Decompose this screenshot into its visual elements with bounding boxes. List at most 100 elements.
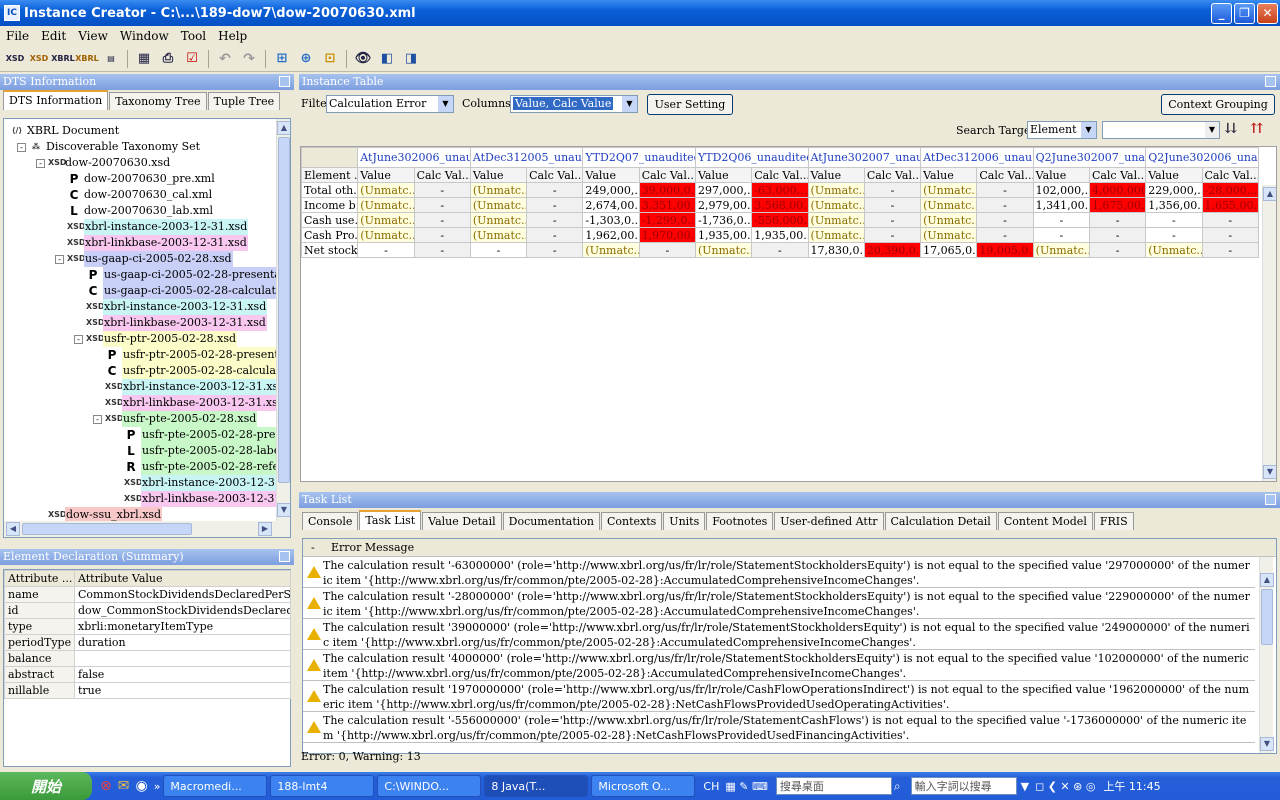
value-cell[interactable]: - bbox=[1032, 227, 1090, 243]
tab-console[interactable]: Console bbox=[302, 512, 359, 530]
instance-grid[interactable]: AtJune302006_unau...AtDec312005_unau...Y… bbox=[300, 146, 1277, 482]
scroll-up-icon[interactable]: ▲ bbox=[277, 121, 290, 135]
validate-icon[interactable]: ☑ bbox=[181, 49, 203, 69]
tab-taxonomy-tree[interactable]: Taxonomy Tree bbox=[109, 92, 207, 110]
tree-collapse-icon[interactable]: - bbox=[17, 143, 26, 152]
calc-value-column-header[interactable]: Calc Val... bbox=[413, 167, 471, 183]
calc-value-column-header[interactable]: Calc Val... bbox=[976, 167, 1034, 183]
task-row[interactable]: The calculation result '-28000000' (role… bbox=[303, 588, 1255, 619]
value-cell[interactable]: -1,736,0... bbox=[694, 212, 753, 228]
context-header[interactable]: AtDec312006_unau... bbox=[920, 147, 1034, 168]
maximize-panel-icon[interactable] bbox=[1265, 494, 1276, 505]
save-icon[interactable]: ▦ bbox=[133, 49, 155, 69]
menu-help[interactable]: Help bbox=[212, 29, 253, 43]
calc-value-cell[interactable]: -1,299,0... bbox=[638, 212, 696, 228]
scroll-down-icon[interactable]: ▼ bbox=[1263, 465, 1276, 479]
scroll-down-icon[interactable]: ▼ bbox=[277, 503, 290, 517]
context-header[interactable]: AtJune302007_unau... bbox=[807, 147, 922, 168]
tree-collapse-icon[interactable]: - bbox=[93, 415, 102, 424]
calc-value-cell[interactable]: - bbox=[526, 212, 584, 228]
tree-node[interactable]: Pdow-20070630_pre.xml bbox=[67, 171, 215, 187]
value-cell[interactable]: - bbox=[1032, 212, 1090, 228]
media-icon[interactable]: ◉ bbox=[135, 778, 147, 794]
tray-icons[interactable]: ◻ ❮ ✕ ⊛ ◎ bbox=[1035, 780, 1095, 793]
table-row[interactable]: Cash Pro...(Unmatc...-(Unmatc...-1,962,0… bbox=[301, 227, 1259, 243]
table-row[interactable]: Total oth... (Unmatc... - (Unmatc... -249,00… bbox=[301, 182, 1259, 198]
calc-value-column-header[interactable]: Calc Val... bbox=[1201, 167, 1259, 183]
calc-value-column-header[interactable]: Calc Val... bbox=[526, 167, 584, 183]
task-folder[interactable]: 188-lmt4 bbox=[270, 775, 375, 797]
window-left-icon[interactable]: ◧ bbox=[376, 49, 398, 69]
calc-value-cell[interactable]: 1,655,00... bbox=[1201, 197, 1259, 213]
value-cell[interactable]: -1,303,0... bbox=[582, 212, 640, 228]
chevron-down-icon[interactable]: ▼ bbox=[1081, 122, 1096, 138]
calc-value-cell[interactable]: - bbox=[413, 242, 471, 258]
tree-node[interactable]: XSD xbrl-instance-2003-12-31.xsd bbox=[67, 219, 249, 235]
tree-node[interactable]: Rusfr-pte-2005-02-28-referer bbox=[124, 459, 290, 475]
value-column-header[interactable]: Value bbox=[694, 167, 753, 183]
tab-footnotes[interactable]: Footnotes bbox=[706, 512, 774, 530]
tree-node[interactable]: XSD xbrl-instance-2003-12-31.xsd bbox=[86, 299, 268, 315]
calc-value-cell[interactable]: - bbox=[1088, 227, 1147, 243]
xbrl-open-icon[interactable]: XBRL bbox=[75, 49, 99, 69]
value-cell[interactable]: (Unmatc... bbox=[469, 227, 528, 243]
expand-icon[interactable]: » bbox=[154, 780, 161, 793]
element-name-cell[interactable]: Income b... bbox=[301, 197, 359, 213]
context-header[interactable]: Q2June302006_una... bbox=[1145, 147, 1259, 168]
tree-node[interactable]: XSD xbrl-linkbase-2003-12-31.xsd bbox=[105, 395, 286, 411]
tree-node[interactable]: Pusfr-pte-2005-02-28-presen bbox=[124, 427, 290, 443]
value-cell[interactable]: (Unmatc... bbox=[357, 227, 415, 243]
scroll-up-icon[interactable]: ▲ bbox=[1260, 573, 1274, 587]
tree-node[interactable]: Pusfr-ptr-2005-02-28-presentatio bbox=[105, 347, 290, 363]
value-cell[interactable]: (Unmatc... bbox=[807, 182, 865, 198]
element-name-cell[interactable]: Cash Pro... bbox=[301, 227, 359, 243]
value-cell[interactable]: (Unmatc... bbox=[920, 227, 978, 243]
minimize-button[interactable]: _ bbox=[1211, 3, 1232, 24]
value-cell[interactable]: - bbox=[1145, 212, 1203, 228]
table-row[interactable]: Cash use...(Unmatc...-(Unmatc...--1,303,… bbox=[301, 212, 1259, 228]
menu-view[interactable]: View bbox=[72, 29, 114, 43]
calc-value-cell[interactable]: 1,675,00... bbox=[1088, 197, 1147, 213]
menu-edit[interactable]: Edit bbox=[35, 29, 72, 43]
value-cell[interactable]: (Unmatc... bbox=[694, 242, 753, 258]
value-cell[interactable]: 229,000,... bbox=[1145, 182, 1203, 198]
quicklaunch-icon[interactable]: ⊗ bbox=[100, 778, 112, 794]
maximize-panel-icon[interactable] bbox=[1265, 76, 1276, 87]
calc-value-cell[interactable]: - bbox=[976, 212, 1034, 228]
value-cell[interactable]: - bbox=[469, 242, 528, 258]
value-column-header[interactable]: Value bbox=[469, 167, 528, 183]
decl-col-value[interactable]: Attribute Value bbox=[74, 570, 291, 587]
undo-icon[interactable]: ↶ bbox=[214, 49, 236, 69]
language-indicator[interactable]: CH bbox=[703, 780, 719, 793]
task-col-error[interactable]: Error Message bbox=[331, 541, 414, 554]
context-header[interactable]: AtDec312005_unau... bbox=[469, 147, 584, 168]
decl-row[interactable]: type xbrli:monetaryItemType bbox=[4, 618, 291, 635]
value-cell[interactable]: 249,000,... bbox=[582, 182, 640, 198]
tab-documentation[interactable]: Documentation bbox=[502, 512, 600, 530]
context-header[interactable]: YTD2Q06_unaudited bbox=[694, 147, 809, 168]
web-search-input[interactable]: 輸入字詞以搜尋 bbox=[910, 777, 1017, 795]
value-cell[interactable]: (Unmatc... bbox=[582, 242, 640, 258]
calc-value-column-header[interactable]: Calc Val... bbox=[751, 167, 809, 183]
value-cell[interactable]: (Unmatc... bbox=[920, 212, 978, 228]
tree-node[interactable]: Cus-gaap-ci-2005-02-28-calculation.x bbox=[86, 283, 290, 299]
scroll-thumb[interactable] bbox=[278, 137, 290, 483]
xsd-open-icon[interactable]: XSD bbox=[28, 49, 50, 69]
tree-node[interactable]: XSD xbrl-instance-2003-12-31.xsd bbox=[105, 379, 287, 395]
scroll-right-icon[interactable]: ▶ bbox=[258, 522, 272, 536]
tab-user-defined-attr[interactable]: User-defined Attr bbox=[774, 512, 884, 530]
maximize-button[interactable]: ❐ bbox=[1234, 3, 1255, 24]
window-right-icon[interactable]: ◨ bbox=[400, 49, 422, 69]
chevron-down-icon[interactable]: ▼ bbox=[622, 96, 637, 112]
decl-row[interactable]: abstract false bbox=[4, 666, 291, 683]
chevron-down-icon[interactable]: ▼ bbox=[1205, 122, 1219, 138]
maximize-panel-icon[interactable] bbox=[279, 76, 290, 87]
tab-tuple-tree[interactable]: Tuple Tree bbox=[207, 92, 281, 110]
scroll-thumb[interactable] bbox=[1261, 589, 1273, 645]
value-cell[interactable]: 1,962,00... bbox=[582, 227, 640, 243]
calc-value-cell[interactable]: 4,000,000 bbox=[1088, 182, 1147, 198]
chevron-down-icon[interactable]: ▼ bbox=[438, 96, 453, 112]
task-row[interactable]: The calculation result '-63000000' (role… bbox=[303, 557, 1255, 588]
tree-node[interactable]: XSD xbrl-instance-2003-12-31.xs bbox=[124, 475, 290, 491]
tree-node[interactable]: Pus-gaap-ci-2005-02-28-presentation bbox=[86, 267, 290, 283]
